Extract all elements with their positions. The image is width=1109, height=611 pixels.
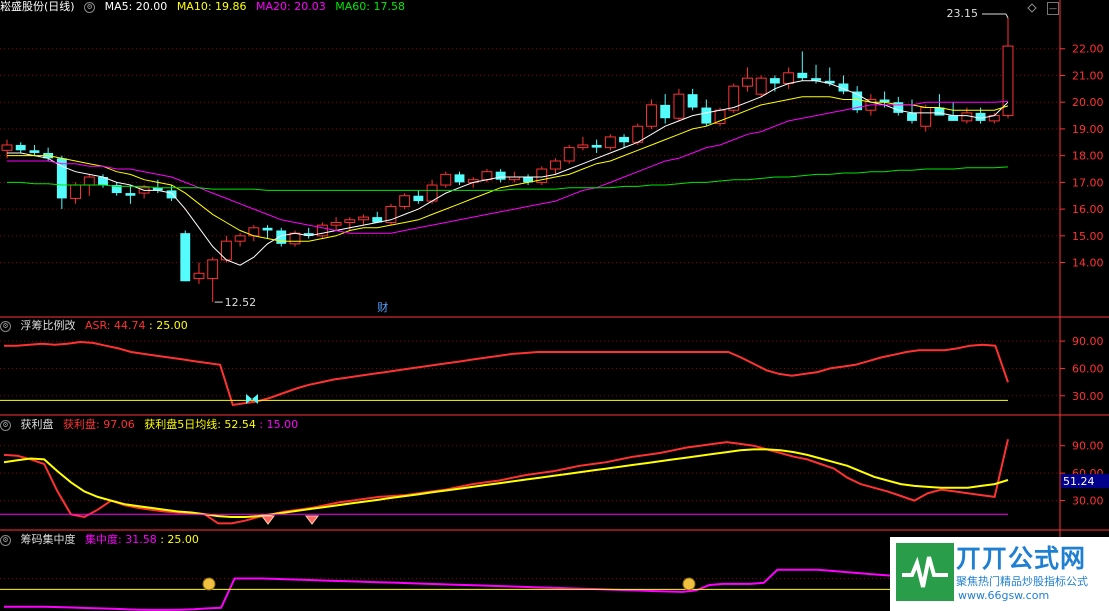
gem-icon	[305, 515, 319, 525]
candle-body	[330, 221, 342, 226]
price-tick-label: 18.00	[1072, 150, 1104, 163]
candle-body	[591, 144, 602, 148]
indicator-tick-label: 60.00	[1072, 362, 1104, 375]
candle-body	[742, 77, 753, 87]
candle-body	[687, 94, 698, 108]
logo-slogan: 聚焦热门精品炒股指标公式	[956, 575, 1088, 588]
high-arrow	[1005, 13, 1009, 19]
candle-body	[344, 219, 356, 223]
candle-body	[276, 230, 287, 244]
candle-body	[975, 112, 986, 121]
high-label: 23.15	[947, 7, 979, 20]
indicator-line	[4, 340, 1009, 407]
logo-mark-icon	[896, 543, 954, 601]
price-tick-label: 20.00	[1072, 96, 1104, 109]
indicator-tick-label: 30.00	[1072, 390, 1104, 403]
price-tick-label: 19.00	[1072, 123, 1104, 136]
logo-brand: 丌丌公式网	[956, 544, 1087, 573]
indicator-tick-label: 90.00	[1072, 335, 1104, 348]
ma-line-ma60	[7, 166, 1009, 191]
candle-body	[755, 77, 767, 95]
candle-body	[783, 72, 795, 84]
candle-body	[413, 195, 424, 202]
gem-icon	[261, 515, 275, 525]
price-tick-label: 16.00	[1072, 203, 1104, 216]
candle-body	[399, 195, 411, 207]
candle-body	[358, 216, 369, 221]
candle-body	[769, 78, 780, 84]
indicator-line	[4, 568, 1009, 611]
watermark-logo: 丌丌公式网 聚焦热门精品炒股指标公式 www.66gsw.com	[890, 537, 1109, 611]
diamond-icon	[1027, 3, 1037, 13]
cursor-value-label: 51.24	[1063, 475, 1095, 488]
candle-body	[934, 107, 945, 116]
price-tick-label: 17.00	[1072, 176, 1104, 189]
candle-body	[907, 112, 917, 121]
candle-body	[83, 176, 95, 186]
candle-body	[70, 184, 81, 199]
candle-body	[673, 93, 685, 119]
ma-line-ma20	[7, 100, 1009, 234]
price-tick-label: 14.00	[1072, 257, 1104, 270]
candle-body	[797, 72, 808, 79]
money-bag-icon	[682, 577, 696, 591]
candle-body	[193, 272, 205, 280]
candle-body	[1, 144, 13, 151]
money-bag-icon	[202, 577, 216, 591]
candle-body	[125, 193, 136, 196]
candle-body	[714, 109, 726, 125]
fin-marker: 财	[377, 300, 388, 314]
candle-body	[619, 136, 629, 143]
ma-line-ma10	[7, 96, 1009, 242]
candle-body	[920, 107, 932, 127]
candle-body	[577, 144, 589, 149]
indicator-tick-label: 30.00	[1072, 495, 1104, 508]
candle-body	[550, 160, 561, 170]
candle-body	[660, 104, 671, 119]
candle-body	[29, 150, 40, 153]
candle-body	[961, 112, 973, 122]
price-tick-label: 15.00	[1072, 230, 1104, 243]
candle-body	[289, 232, 301, 245]
indicator-tick-label: 90.00	[1072, 440, 1104, 453]
price-tick-label: 22.00	[1072, 43, 1104, 56]
candle-body	[563, 147, 575, 162]
candle-body	[15, 144, 26, 151]
low-label: 12.52	[225, 296, 257, 309]
candle-body	[948, 115, 959, 121]
candle-body	[481, 171, 493, 181]
candle-body	[262, 227, 273, 231]
candle-body	[495, 171, 506, 180]
stock-chart[interactable]: 14.00 15.00 16.00 17.00 18.00 19.00 20.00 21.00…	[0, 0, 1109, 611]
logo-url: www.66gsw.com	[958, 589, 1050, 602]
candle-body	[646, 104, 657, 127]
candle-body	[207, 259, 219, 280]
candle-body	[701, 107, 712, 124]
price-tick-label: 21.00	[1072, 69, 1104, 82]
candle-body	[234, 235, 246, 242]
candle-body	[180, 233, 191, 282]
candle-body	[440, 173, 452, 186]
candle-body	[454, 174, 465, 183]
candle-body	[604, 136, 616, 149]
